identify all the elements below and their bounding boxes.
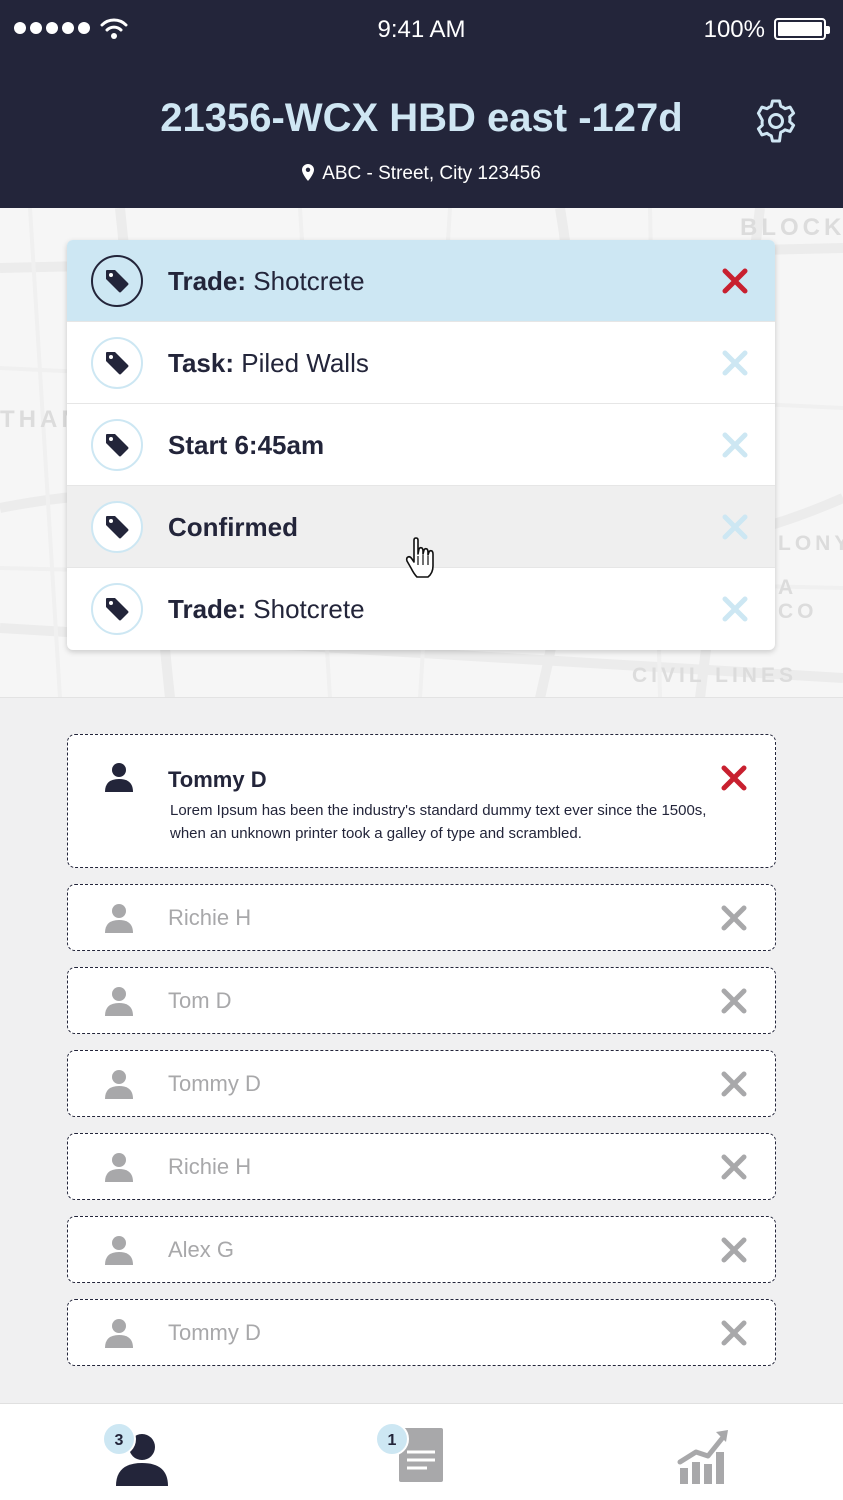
gear-icon[interactable]	[752, 97, 800, 145]
bottom-nav: 3 1	[0, 1403, 843, 1500]
close-icon[interactable]	[721, 267, 749, 295]
close-icon[interactable]	[721, 595, 749, 623]
map-label: A CO	[778, 576, 818, 623]
crew-member-row[interactable]: Tommy D	[67, 1299, 776, 1366]
map-label: BLOCK	[740, 214, 843, 241]
tag-icon	[91, 583, 143, 635]
filter-value: Shotcrete	[253, 266, 365, 296]
crew-member-name: Richie H	[168, 905, 252, 930]
chart-icon	[677, 1430, 728, 1484]
crew-member-row[interactable]: Richie H	[67, 1133, 776, 1200]
person-icon	[105, 1319, 133, 1348]
filter-card: Trade: Shotcrete Task: Piled Walls Start…	[67, 240, 775, 650]
crew-member-name: Alex G	[168, 1237, 235, 1262]
filter-label: Task:	[168, 348, 234, 378]
crew-member-card[interactable]: Tommy D Lorem Ipsum has been the industr…	[67, 734, 776, 868]
filter-row[interactable]: Task: Piled Walls	[67, 322, 775, 404]
people-count-badge: 3	[102, 1422, 136, 1456]
crew-member-name: Tommy D	[168, 1320, 261, 1345]
close-icon[interactable]	[721, 1071, 747, 1097]
nav-documents-tab[interactable]: 1	[375, 1422, 447, 1492]
close-icon[interactable]	[721, 905, 747, 931]
location-pin-icon	[302, 164, 315, 181]
close-icon[interactable]	[721, 988, 747, 1014]
tag-icon	[91, 501, 143, 553]
filter-text: Trade: Shotcrete	[168, 568, 365, 650]
filter-label: Confirmed	[168, 512, 298, 542]
crew-member-name: Tommy D	[168, 767, 267, 792]
person-icon	[105, 904, 133, 933]
close-icon[interactable]	[721, 1154, 747, 1180]
map-label: LONY	[778, 532, 843, 555]
filter-label: Start 6:45am	[168, 430, 325, 460]
filter-row[interactable]: Trade: Shotcrete	[67, 240, 775, 322]
close-icon[interactable]	[721, 1320, 747, 1346]
battery-percent: 100%	[703, 16, 765, 43]
filter-text: Confirmed	[168, 486, 298, 568]
filter-text: Task: Piled Walls	[168, 322, 369, 404]
battery-icon	[774, 18, 830, 40]
tag-icon	[91, 255, 143, 307]
app-header: 9:41 AM 100% 21356-WCX HBD east -127d AB…	[0, 0, 843, 208]
filter-text: Trade: Shotcrete	[168, 240, 365, 322]
crew-member-row[interactable]: Alex G	[67, 1216, 776, 1283]
filter-label: Trade:	[168, 266, 247, 296]
filter-row[interactable]: Trade: Shotcrete	[67, 568, 775, 650]
crew-member-name: Tommy D	[168, 1071, 261, 1096]
person-icon	[105, 1236, 133, 1265]
close-icon[interactable]	[721, 765, 747, 791]
person-icon	[105, 763, 133, 792]
status-bar: 9:41 AM 100%	[0, 0, 843, 60]
hand-cursor-icon	[405, 537, 434, 578]
crew-member-name: Richie H	[168, 1154, 252, 1179]
filter-row[interactable]: Start 6:45am	[67, 404, 775, 486]
tag-icon	[91, 337, 143, 389]
filter-value: Piled Walls	[241, 348, 369, 378]
close-icon[interactable]	[721, 431, 749, 459]
close-icon[interactable]	[721, 349, 749, 377]
close-icon[interactable]	[721, 513, 749, 541]
nav-people-tab[interactable]: 3	[102, 1422, 175, 1492]
address-text: ABC - Street, City 123456	[322, 163, 541, 184]
tag-icon	[91, 419, 143, 471]
filter-label: Trade:	[168, 594, 247, 624]
person-icon	[105, 987, 133, 1016]
crew-member-name: Tom D	[168, 988, 232, 1013]
person-icon	[105, 1153, 133, 1182]
page-title: 21356-WCX HBD east -127d	[160, 96, 683, 140]
crew-member-row[interactable]: Tom D	[67, 967, 776, 1034]
crew-member-row[interactable]: Tommy D	[67, 1050, 776, 1117]
crew-member-row[interactable]: Richie H	[67, 884, 776, 951]
crew-member-description: Lorem Ipsum has been the industry's stan…	[170, 802, 707, 842]
filter-value: Shotcrete	[253, 594, 365, 624]
site-address: ABC - Street, City 123456	[0, 163, 843, 185]
close-icon[interactable]	[721, 1237, 747, 1263]
person-icon	[105, 1070, 133, 1099]
filter-text: Start 6:45am	[168, 404, 324, 486]
map-label: CIVIL LINES	[632, 664, 797, 687]
nav-reports-tab[interactable]	[674, 1422, 744, 1492]
documents-count-badge: 1	[375, 1422, 409, 1456]
